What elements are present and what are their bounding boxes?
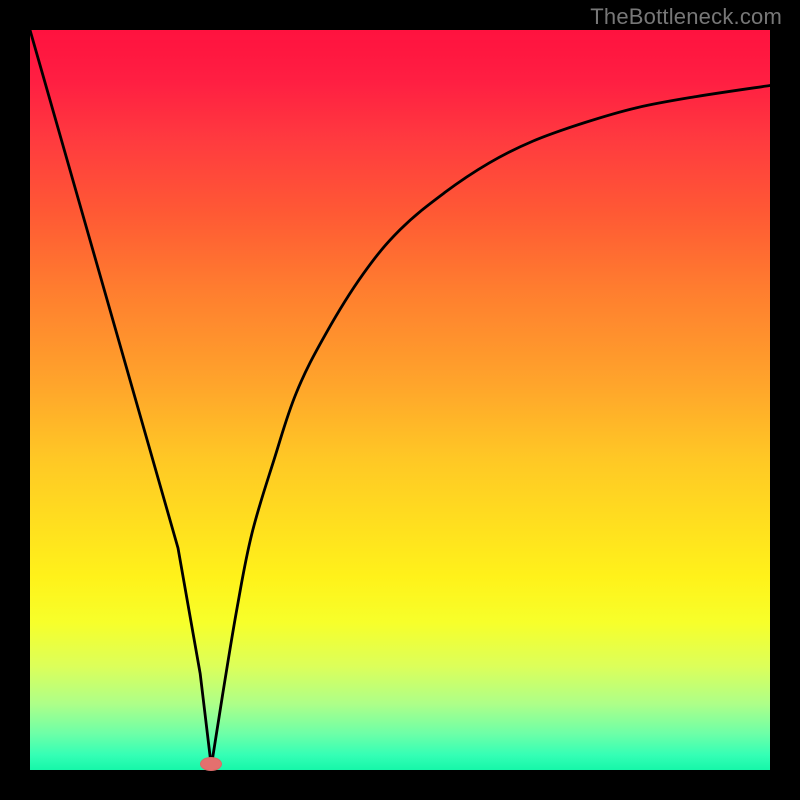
optimal-point-marker [200, 757, 222, 771]
watermark-label: TheBottleneck.com [590, 4, 782, 30]
plot-area [30, 30, 770, 770]
chart-container: TheBottleneck.com [0, 0, 800, 800]
bottleneck-curve [30, 30, 770, 770]
